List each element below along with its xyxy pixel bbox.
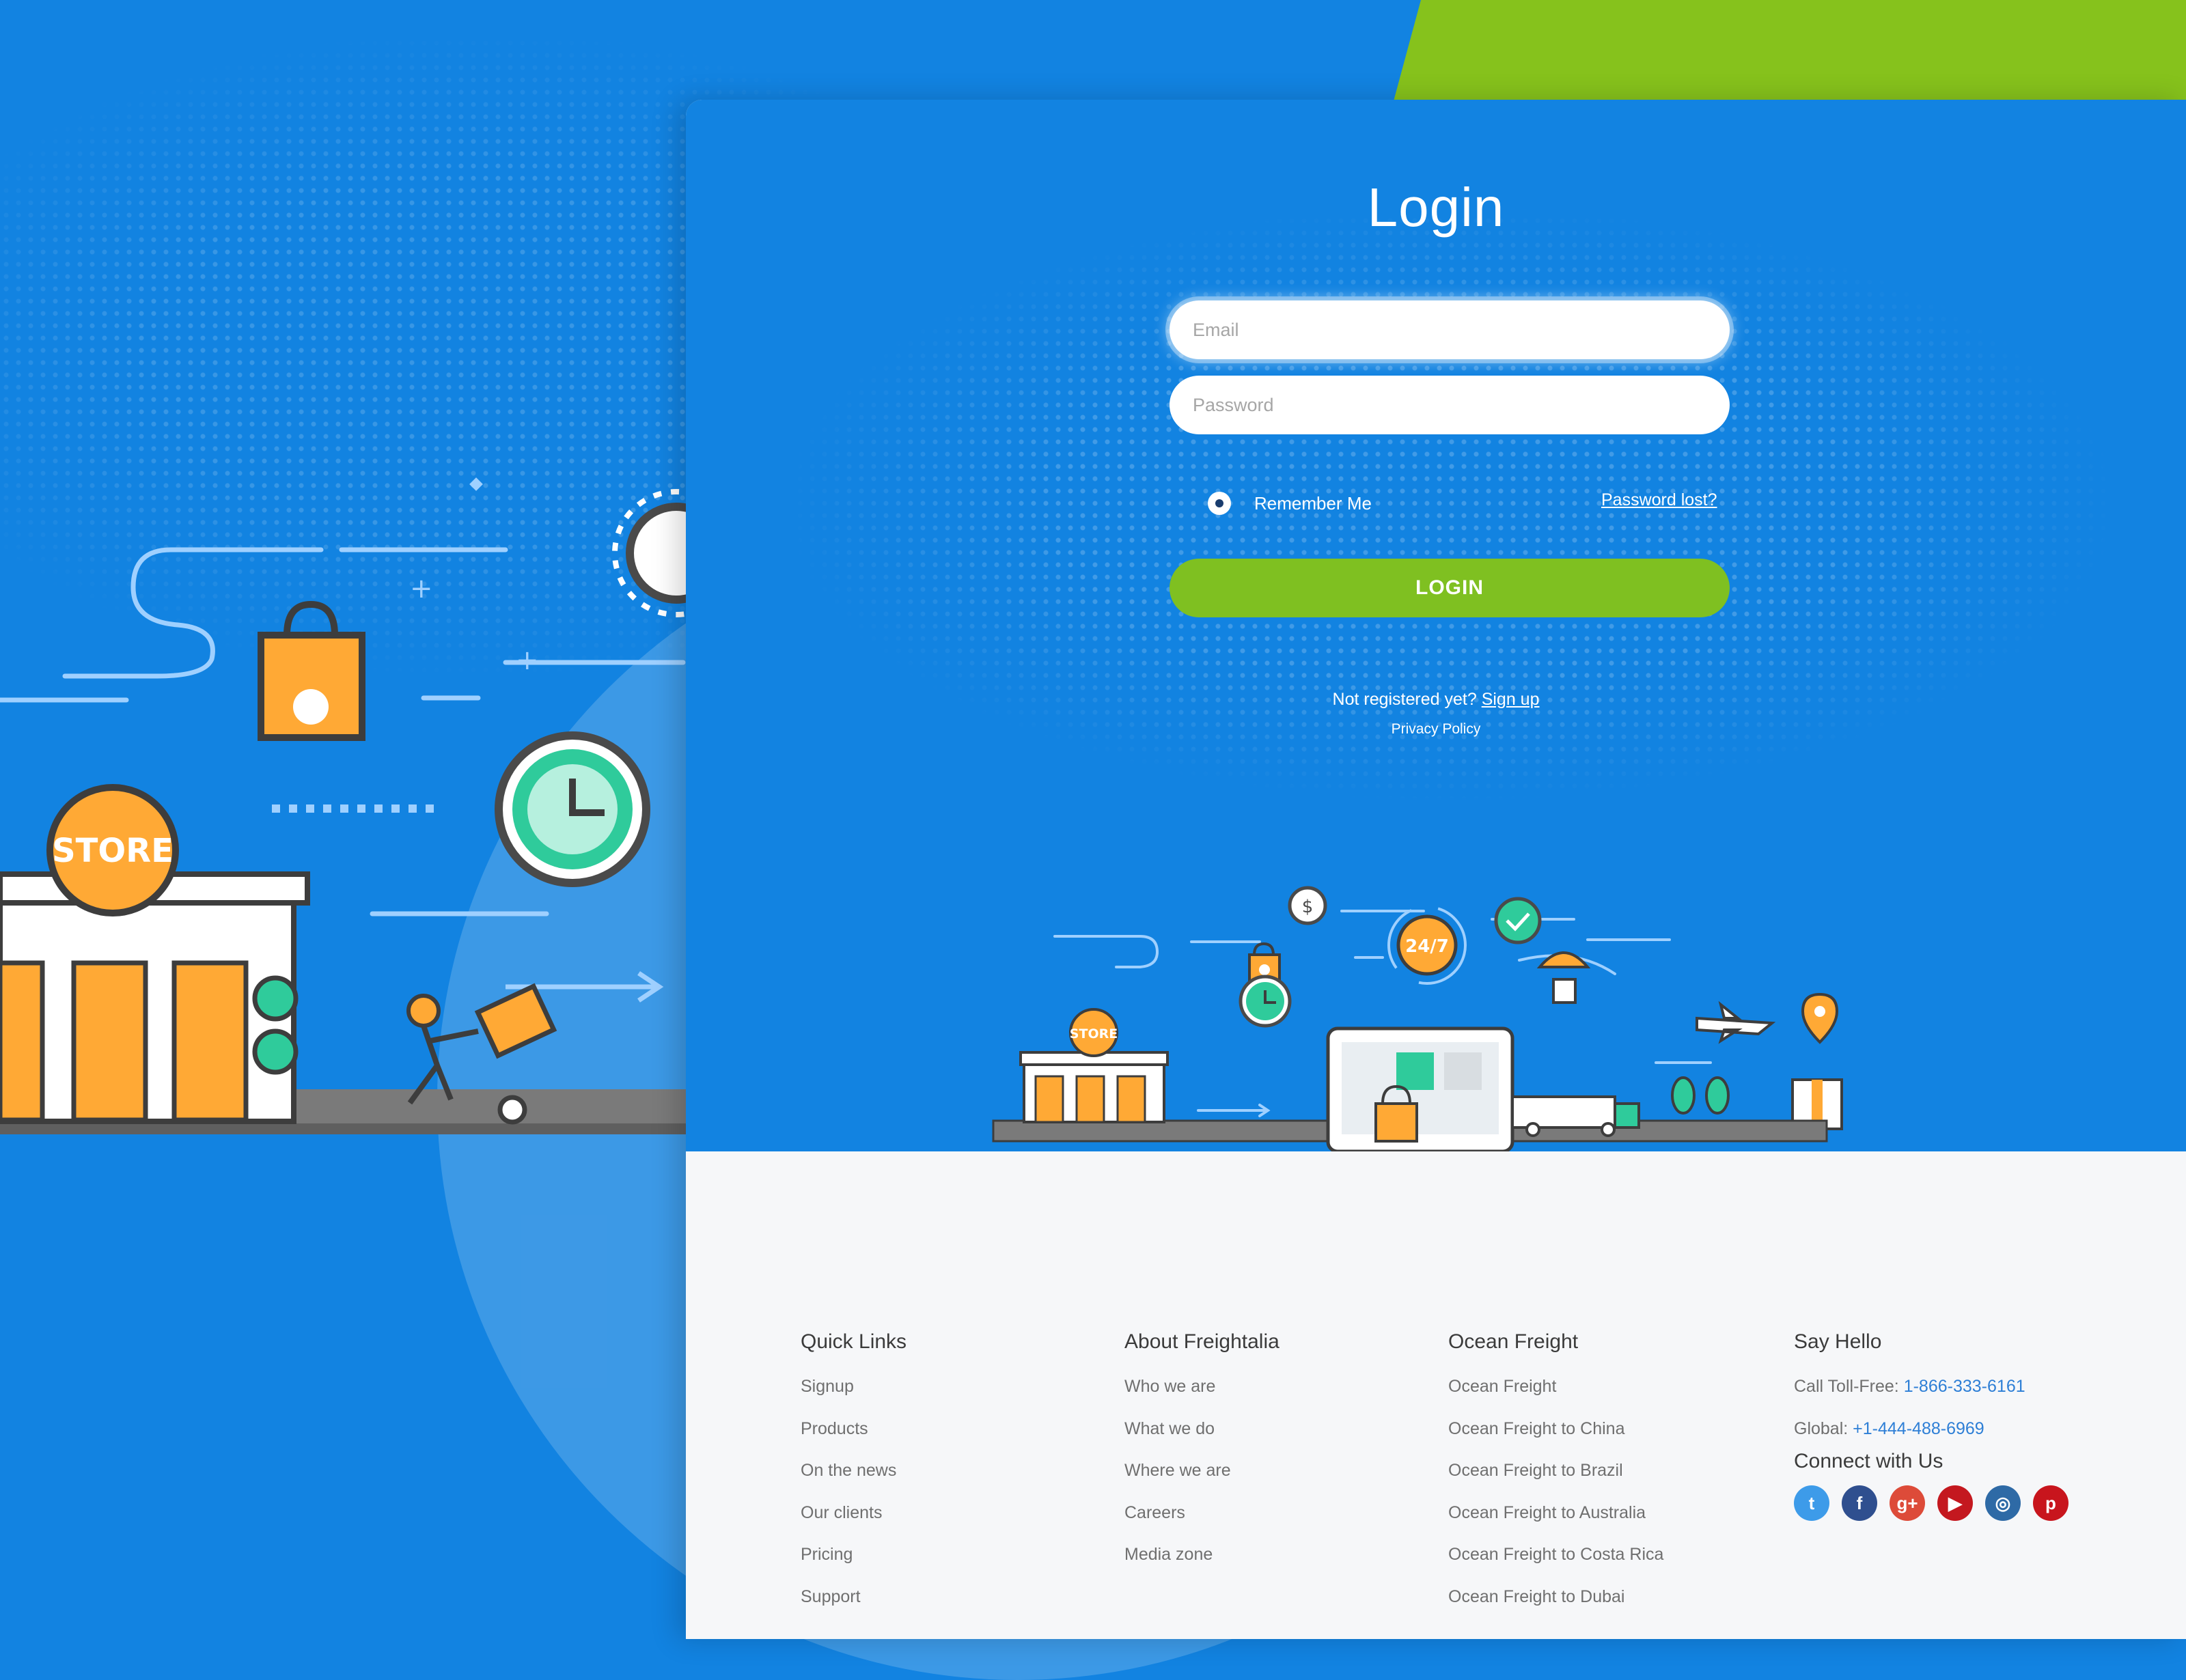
youtube-icon[interactable]: ▶: [1937, 1485, 1973, 1521]
footer-quick-links: Quick Links Signup Products On the news …: [801, 1330, 907, 1618]
password-lost-link[interactable]: Password lost?: [1601, 490, 1717, 510]
global-line: Global: +1-444-488-6969: [1794, 1408, 2069, 1451]
badge-24-7: 24/7: [1405, 936, 1449, 957]
left-background-illustration: + + STORE: [0, 477, 690, 1134]
about-heading: About Freightalia: [1124, 1330, 1279, 1353]
footer-link[interactable]: Ocean Freight to Australia: [1448, 1492, 1663, 1535]
footer-link[interactable]: Ocean Freight to Costa Rica: [1448, 1534, 1663, 1576]
login-panel: Login Remember Me Password lost? LOGIN N…: [686, 100, 2186, 1151]
green-corner-accent: [1394, 0, 2186, 101]
svg-text:+: +: [410, 573, 433, 604]
not-registered-text: Not registered yet?: [1332, 690, 1477, 709]
footer-link[interactable]: Ocean Freight to China: [1448, 1408, 1663, 1451]
connect-heading: Connect with Us: [1794, 1450, 1943, 1472]
social-links: t f g+ ▶ ◎ p: [1794, 1485, 2069, 1521]
store-sign: STORE: [52, 832, 174, 870]
privacy-policy-link[interactable]: Privacy Policy: [686, 721, 2186, 738]
small-store-sign: STORE: [1070, 1026, 1118, 1041]
toll-free-number[interactable]: 1-866-333-6161: [1904, 1377, 2025, 1396]
footer-link[interactable]: On the news: [801, 1450, 907, 1492]
login-card: Login Remember Me Password lost? LOGIN N…: [686, 100, 2186, 1639]
footer-link[interactable]: Pricing: [801, 1534, 907, 1576]
footer-say-hello: Say Hello Call Toll-Free: 1-866-333-6161…: [1794, 1330, 2069, 1521]
footer-link[interactable]: Signup: [801, 1366, 907, 1408]
footer-link[interactable]: Ocean Freight to Dubai: [1448, 1576, 1663, 1619]
footer-link[interactable]: Media zone: [1124, 1534, 1279, 1576]
password-field[interactable]: [1170, 376, 1730, 434]
footer-about: About Freightalia Who we are What we do …: [1124, 1330, 1279, 1576]
quick-links-heading: Quick Links: [801, 1330, 907, 1353]
footer-link[interactable]: Support: [801, 1576, 907, 1619]
footer-link[interactable]: Products: [801, 1408, 907, 1451]
footer-link[interactable]: Ocean Freight to Brazil: [1448, 1450, 1663, 1492]
footer-link[interactable]: Who we are: [1124, 1366, 1279, 1408]
login-button[interactable]: LOGIN: [1170, 559, 1730, 617]
remember-me-option[interactable]: Remember Me: [1208, 492, 1372, 515]
svg-text:$: $: [1302, 897, 1314, 917]
footer-link[interactable]: Where we are: [1124, 1450, 1279, 1492]
footer-link[interactable]: Our clients: [801, 1492, 907, 1535]
instagram-icon[interactable]: ◎: [1985, 1485, 2021, 1521]
toll-free-line: Call Toll-Free: 1-866-333-6161: [1794, 1366, 2069, 1408]
signup-prompt: Not registered yet? Sign up: [686, 690, 2186, 710]
email-field[interactable]: [1170, 300, 1730, 359]
google-plus-icon[interactable]: g+: [1890, 1485, 1925, 1521]
twitter-icon[interactable]: t: [1794, 1485, 1829, 1521]
remember-me-label: Remember Me: [1254, 492, 1372, 514]
say-hello-heading: Say Hello: [1794, 1330, 1882, 1353]
footer-link[interactable]: What we do: [1124, 1408, 1279, 1451]
global-number[interactable]: +1-444-488-6969: [1853, 1419, 1984, 1438]
logistics-illustration: $ 24/7 STORE: [992, 886, 1843, 1151]
page-title: Login: [1367, 177, 1505, 238]
remember-me-radio[interactable]: [1208, 492, 1231, 515]
global-label: Global:: [1794, 1418, 1849, 1438]
pinterest-icon[interactable]: p: [2033, 1485, 2069, 1521]
ocean-freight-heading: Ocean Freight: [1448, 1330, 1579, 1353]
footer-ocean-freight: Ocean Freight Ocean Freight Ocean Freigh…: [1448, 1330, 1663, 1618]
toll-free-label: Call Toll-Free:: [1794, 1377, 1899, 1396]
footer-link[interactable]: Ocean Freight: [1448, 1366, 1663, 1408]
footer-link[interactable]: Careers: [1124, 1492, 1279, 1535]
signup-link[interactable]: Sign up: [1482, 690, 1540, 709]
svg-text:+: +: [516, 645, 539, 676]
site-footer: Quick Links Signup Products On the news …: [686, 1151, 2186, 1639]
facebook-icon[interactable]: f: [1842, 1485, 1877, 1521]
